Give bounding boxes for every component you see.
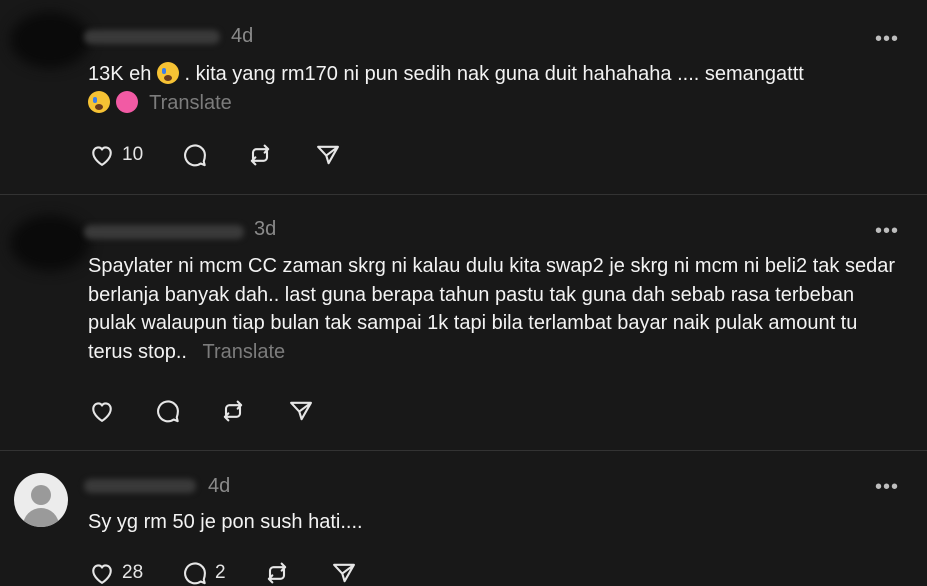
- send-icon: [317, 145, 339, 165]
- avatar[interactable]: [10, 12, 90, 68]
- pink-heart-emoji-icon: [115, 90, 138, 113]
- default-avatar-icon: [31, 485, 51, 505]
- share-button[interactable]: [314, 141, 342, 169]
- comment-icon: [184, 562, 206, 585]
- share-button[interactable]: [287, 397, 315, 425]
- reply-count: 2: [215, 562, 226, 583]
- share-button[interactable]: [330, 559, 358, 586]
- post-time: 4d: [231, 25, 254, 47]
- avatar[interactable]: [10, 215, 90, 271]
- avatar[interactable]: [14, 473, 68, 527]
- reply-button[interactable]: [181, 141, 209, 169]
- crying-face-emoji-icon: [156, 62, 179, 84]
- repost-button[interactable]: [246, 141, 274, 169]
- more-options-button[interactable]: •••: [875, 477, 899, 497]
- send-icon: [333, 563, 355, 583]
- like-button[interactable]: [88, 397, 116, 425]
- username-blurred[interactable]: [84, 30, 220, 44]
- heart-icon: [92, 564, 112, 584]
- like-count: 10: [122, 144, 144, 165]
- repost-icon: [250, 144, 270, 166]
- post-text-part-2: . kita yang rm170 ni pun sedih nak guna …: [178, 63, 804, 85]
- post-text: Sy yg rm 50 je pon sush hati....: [88, 508, 908, 537]
- comment-icon: [184, 144, 206, 167]
- post-2: 3d ••• Spaylater ni mcm CC zaman skrg ni…: [0, 195, 927, 450]
- post-time: 4d: [208, 475, 231, 497]
- more-options-button[interactable]: •••: [875, 221, 899, 241]
- reply-button[interactable]: 2: [181, 559, 226, 586]
- like-button[interactable]: 10: [88, 141, 143, 169]
- username-blurred[interactable]: [84, 479, 196, 493]
- post-3: 4d ••• Sy yg rm 50 je pon sush hati.... …: [0, 451, 927, 586]
- post-body: Sy yg rm 50 je pon sush hati....: [88, 511, 363, 533]
- repost-button[interactable]: [219, 397, 247, 425]
- like-button[interactable]: 28: [88, 559, 143, 586]
- repost-button[interactable]: [263, 559, 291, 586]
- crying-face-emoji-icon: [88, 90, 110, 113]
- username-blurred[interactable]: [84, 225, 244, 239]
- post-text: 13K eh . kita yang rm170 ni pun sedih na…: [88, 60, 908, 117]
- translate-link[interactable]: Translate: [149, 92, 232, 114]
- heart-icon: [92, 146, 112, 166]
- reply-button[interactable]: [154, 397, 182, 425]
- repost-icon: [267, 562, 287, 584]
- thread-feed: 4d ••• 13K eh . kita yang rm170 ni pun s…: [0, 0, 927, 586]
- repost-icon: [223, 400, 243, 422]
- like-count: 28: [122, 562, 144, 583]
- translate-link[interactable]: Translate: [203, 341, 286, 363]
- more-options-button[interactable]: •••: [875, 29, 899, 49]
- default-avatar-body: [23, 508, 59, 527]
- post-text: Spaylater ni mcm CC zaman skrg ni kalau …: [88, 252, 896, 366]
- send-icon: [290, 401, 312, 421]
- post-text-part-1: 13K eh: [88, 63, 157, 85]
- heart-icon: [92, 402, 112, 422]
- post-1: 4d ••• 13K eh . kita yang rm170 ni pun s…: [0, 0, 927, 194]
- comment-icon: [157, 400, 179, 423]
- post-time: 3d: [254, 218, 277, 240]
